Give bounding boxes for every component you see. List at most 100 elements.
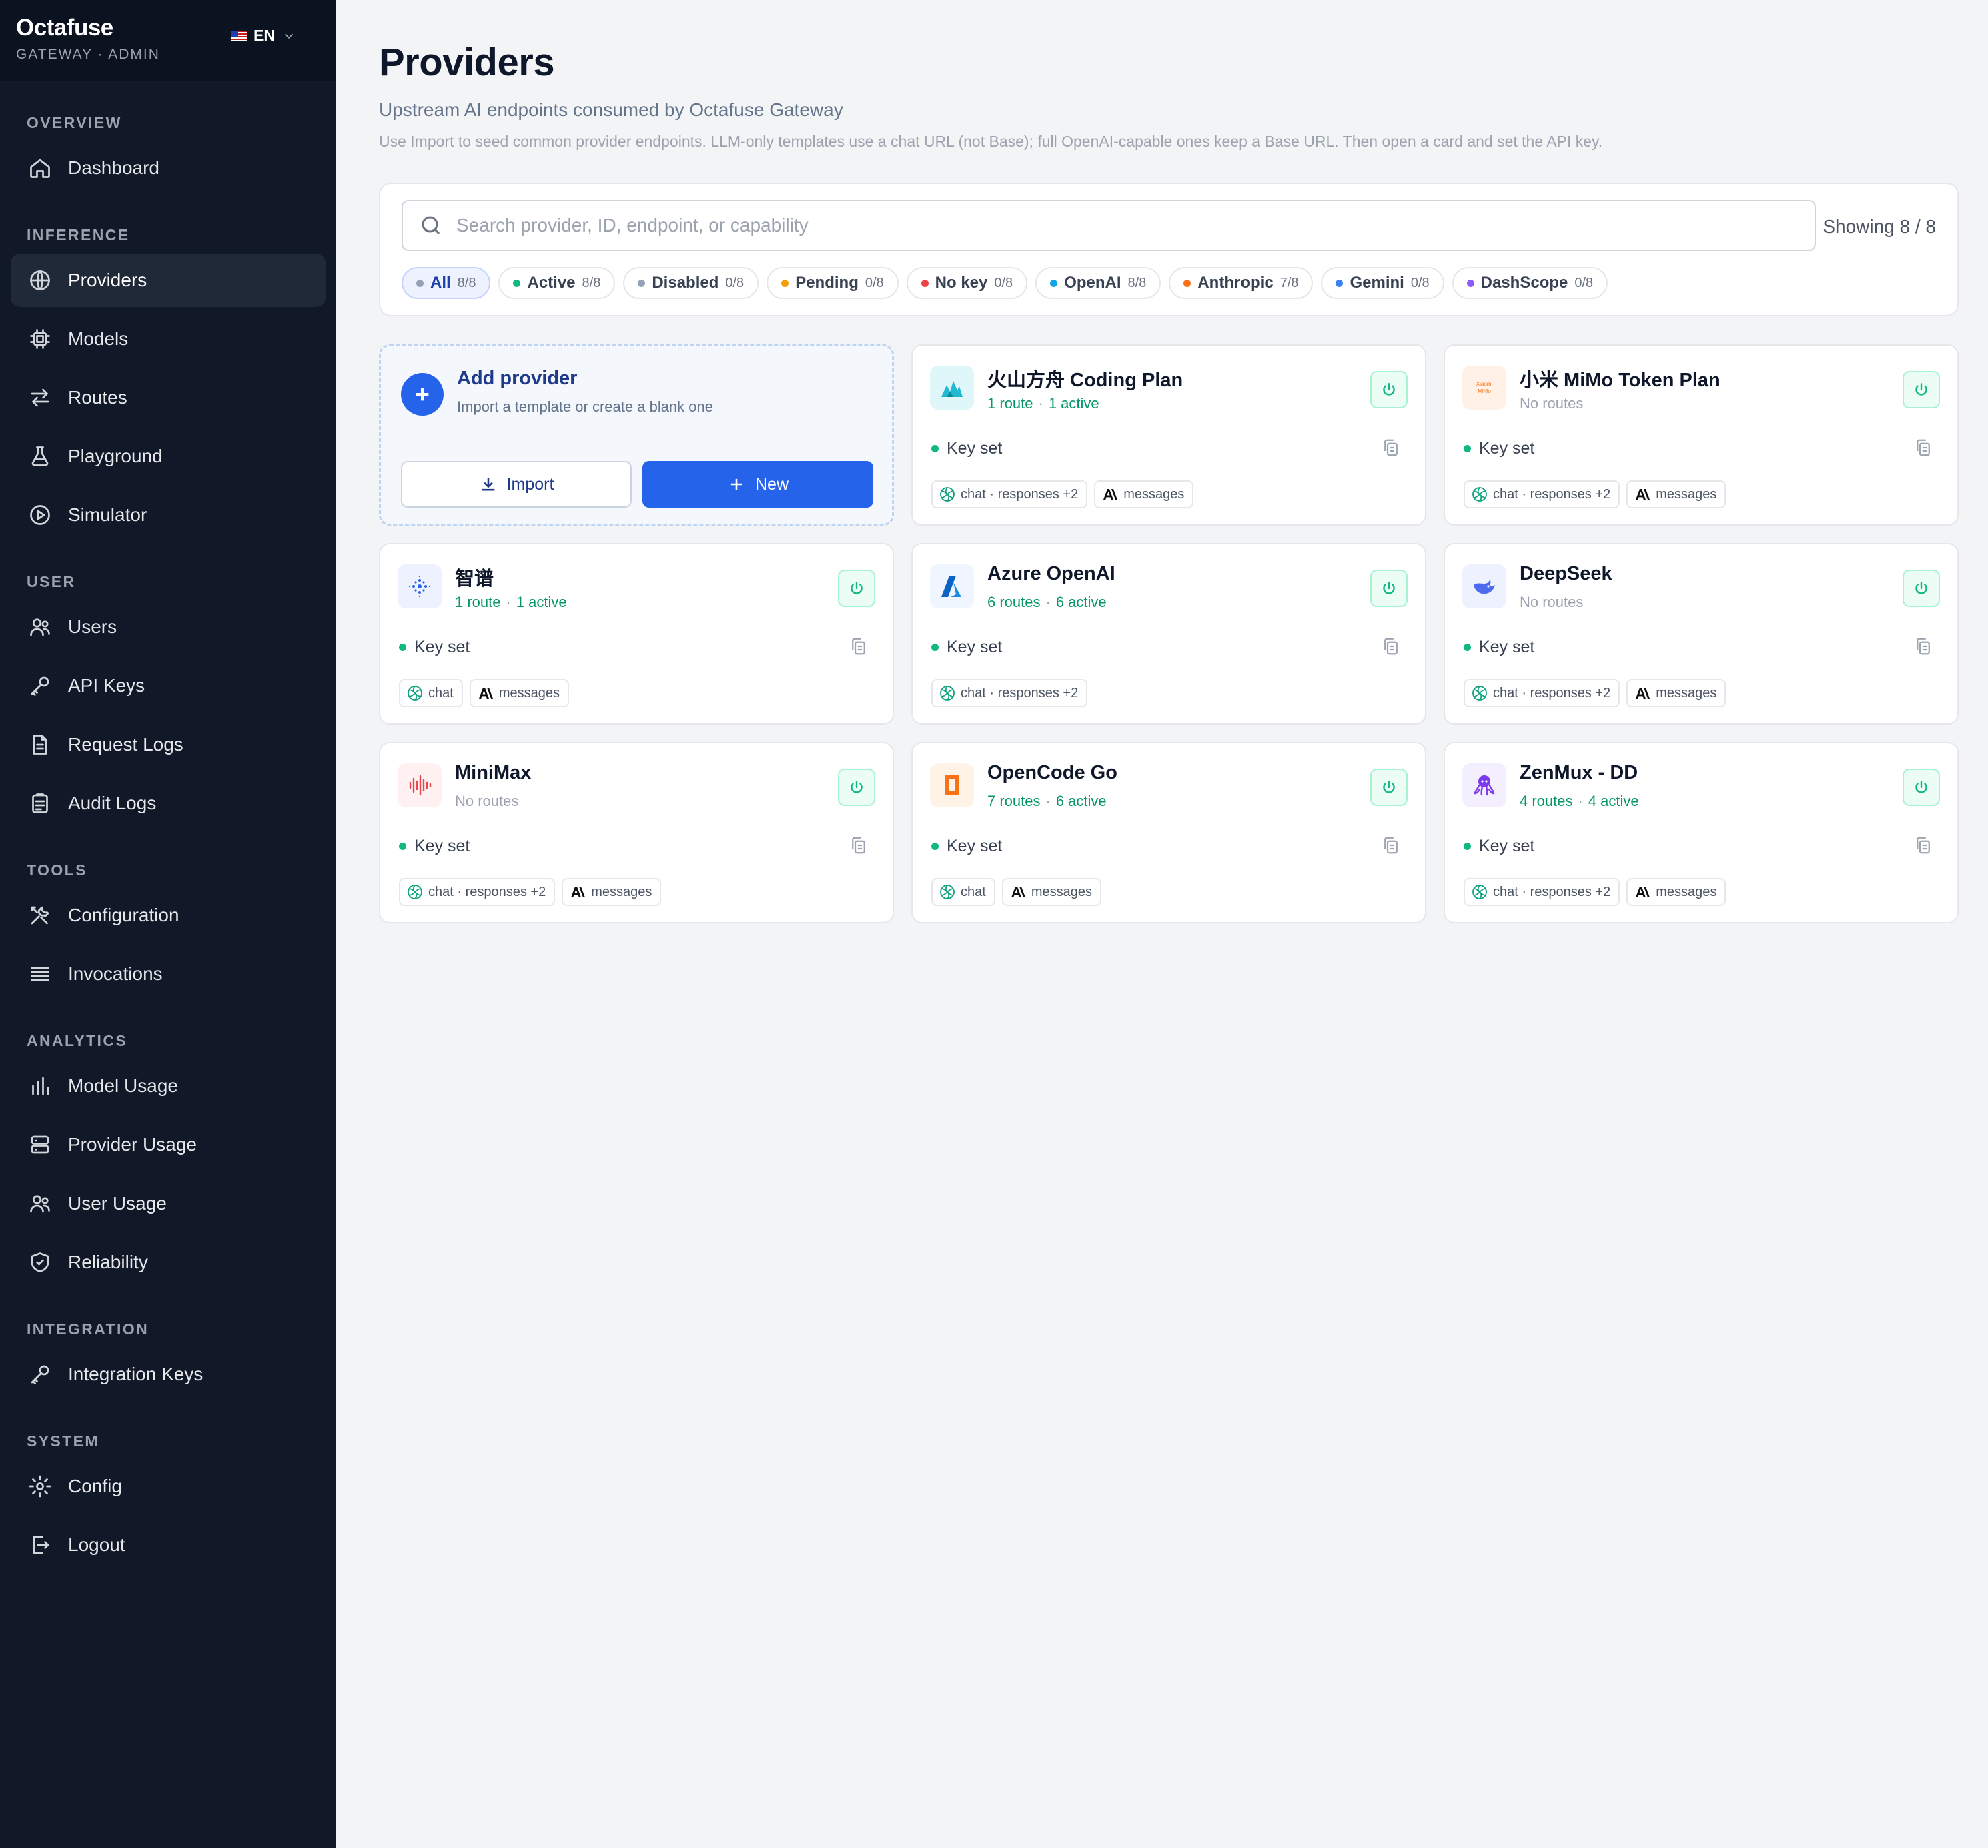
sidebar-item-reliability[interactable]: Reliability	[11, 1236, 326, 1289]
copy-button[interactable]	[1381, 835, 1401, 855]
filter-chip-gemini[interactable]: Gemini 0/8	[1321, 267, 1444, 299]
power-toggle-button[interactable]	[838, 769, 875, 806]
sidebar-item-request-logs[interactable]: Request Logs	[11, 718, 326, 771]
power-toggle-button[interactable]	[1370, 371, 1408, 408]
filter-chip-all[interactable]: All 8/8	[402, 267, 491, 299]
sidebar-item-config[interactable]: Config	[11, 1460, 326, 1513]
filter-chip-dashscope[interactable]: DashScope 0/8	[1452, 267, 1608, 299]
nav-section-system: SYSTEM Config Logout	[11, 1420, 326, 1572]
sidebar-item-users[interactable]: Users	[11, 600, 326, 654]
filter-chip-disabled[interactable]: Disabled 0/8	[623, 267, 759, 299]
new-button[interactable]: New	[642, 461, 873, 508]
provider-routes: No routes	[455, 793, 518, 810]
sidebar-item-model-usage[interactable]: Model Usage	[11, 1059, 326, 1113]
route-count: No routes	[455, 793, 519, 809]
capability-tag: chat	[931, 878, 995, 906]
filter-chip-active[interactable]: Active 8/8	[498, 267, 616, 299]
nav-section-user: USER Users API Keys Request Logs Audit Logs	[11, 560, 326, 830]
add-provider-title[interactable]: Add provider	[457, 368, 577, 390]
provider-routes: 4 routes · 4 active	[1520, 793, 1639, 810]
nav-section-title: USER	[27, 573, 76, 590]
sidebar-item-configuration[interactable]: Configuration	[11, 889, 326, 942]
copy-button[interactable]	[1913, 636, 1933, 656]
sidebar-item-providers[interactable]: Providers	[11, 254, 326, 307]
copy-button[interactable]	[849, 835, 869, 855]
route-count: 7 routes	[987, 793, 1041, 809]
sidebar-nav: OVERVIEW Dashboard INFERENCE Providers Model…	[0, 81, 336, 1572]
separator: ·	[1578, 793, 1583, 809]
import-button[interactable]: Import	[401, 461, 632, 508]
copy-button[interactable]	[1913, 835, 1933, 855]
power-toggle-button[interactable]	[1903, 371, 1940, 408]
power-toggle-button[interactable]	[1370, 570, 1408, 607]
capability-tag-label: messages	[1031, 884, 1092, 899]
key-icon	[31, 676, 49, 696]
filter-chip-label: Active	[527, 274, 576, 292]
sidebar-item-api-keys[interactable]: API Keys	[11, 659, 326, 713]
copy-button[interactable]	[1381, 636, 1401, 656]
provider-card-mimo-token-plan[interactable]: Xiaomi MiMo 小米 MiMo Token Plan No routes Key…	[1444, 344, 1959, 526]
sidebar-item-playground[interactable]: Playground	[11, 430, 326, 483]
sidebar-item-user-usage[interactable]: User Usage	[11, 1177, 326, 1230]
sidebar-item-routes[interactable]: Routes	[11, 371, 326, 424]
provider-routes: 1 route · 1 active	[987, 395, 1099, 412]
filter-chip-openai[interactable]: OpenAI 8/8	[1035, 267, 1161, 299]
provider-name: Azure OpenAI	[987, 563, 1115, 584]
sidebar-item-models[interactable]: Models	[11, 312, 326, 366]
provider-card-deepseek[interactable]: DeepSeek No routes Key set chat · responses…	[1444, 543, 1959, 725]
minimax-wave-icon	[398, 763, 442, 807]
key-status: Key set	[399, 837, 470, 856]
sidebar-item-audit-logs[interactable]: Audit Logs	[11, 777, 326, 830]
provider-card-minimax[interactable]: MiniMax No routes Key set chat · responses …	[379, 742, 894, 923]
plus-icon	[416, 388, 429, 401]
search-box[interactable]	[402, 200, 1816, 251]
nav-section-title: INTEGRATION	[27, 1320, 149, 1338]
status-dot	[1466, 279, 1474, 287]
add-circle[interactable]	[401, 373, 444, 416]
volcano-icon	[930, 366, 974, 410]
anthropic-icon	[1009, 883, 1027, 901]
provider-card-zenmux-dd[interactable]: ZenMux - DD 4 routes · 4 active Key set chat …	[1444, 742, 1959, 923]
zhipu-icon	[398, 564, 442, 608]
capability-tag-label: chat · responses +2	[961, 486, 1079, 502]
capability-tags: chat messages	[931, 878, 1101, 906]
power-toggle-button[interactable]	[838, 570, 875, 607]
language-selector[interactable]: EN	[231, 27, 296, 45]
provider-card-provider-2[interactable]: 智谱 1 route · 1 active Key set chat messages	[379, 543, 894, 725]
anthropic-icon	[1633, 485, 1652, 504]
sidebar-item-label: Dashboard	[68, 157, 159, 178]
power-toggle-button[interactable]	[1903, 570, 1940, 607]
play-icon	[30, 505, 50, 525]
copy-button[interactable]	[849, 636, 869, 656]
copy-button[interactable]	[1913, 438, 1933, 458]
sidebar-item-label: Logout	[68, 1534, 125, 1555]
sidebar-item-simulator[interactable]: Simulator	[11, 488, 326, 542]
openai-icon	[1470, 684, 1489, 703]
sidebar-item-label: Routes	[68, 387, 127, 408]
capability-tag: messages	[1094, 480, 1194, 508]
provider-card-azure-openai[interactable]: Azure OpenAI 6 routes · 6 active Key set chat…	[911, 543, 1426, 725]
filter-chip-pending[interactable]: Pending 0/8	[767, 267, 899, 299]
server-icon	[31, 1135, 49, 1154]
sidebar-item-dashboard[interactable]: Dashboard	[11, 141, 326, 195]
sidebar-item-label: API Keys	[68, 675, 145, 696]
separator: ·	[506, 594, 511, 610]
document-icon	[33, 735, 47, 755]
provider-card-opencode-go[interactable]: OpenCode Go 7 routes · 6 active Key set chat m…	[911, 742, 1426, 923]
sidebar-item-logout[interactable]: Logout	[11, 1518, 326, 1572]
search-input[interactable]	[456, 215, 1724, 236]
sidebar-item-integration-keys[interactable]: Integration Keys	[11, 1348, 326, 1401]
power-toggle-button[interactable]	[1370, 769, 1408, 806]
capability-tags: chat · responses +2	[931, 679, 1088, 707]
key-status-label: Key set	[947, 439, 1003, 458]
provider-name: 火山方舟 Coding Plan	[987, 370, 1183, 391]
provider-card-coding-plan[interactable]: 火山方舟 Coding Plan 1 route · 1 active Key set c…	[911, 344, 1426, 526]
sidebar-item-invocations[interactable]: Invocations	[11, 947, 326, 1001]
sidebar-item-label: Users	[68, 616, 117, 637]
sidebar-item-provider-usage[interactable]: Provider Usage	[11, 1118, 326, 1172]
copy-button[interactable]	[1381, 438, 1401, 458]
filter-chip-no-key[interactable]: No key 0/8	[906, 267, 1028, 299]
filter-chip-anthropic[interactable]: Anthropic 7/8	[1169, 267, 1314, 299]
capability-tag-label: chat · responses +2	[1493, 486, 1611, 502]
power-toggle-button[interactable]	[1903, 769, 1940, 806]
